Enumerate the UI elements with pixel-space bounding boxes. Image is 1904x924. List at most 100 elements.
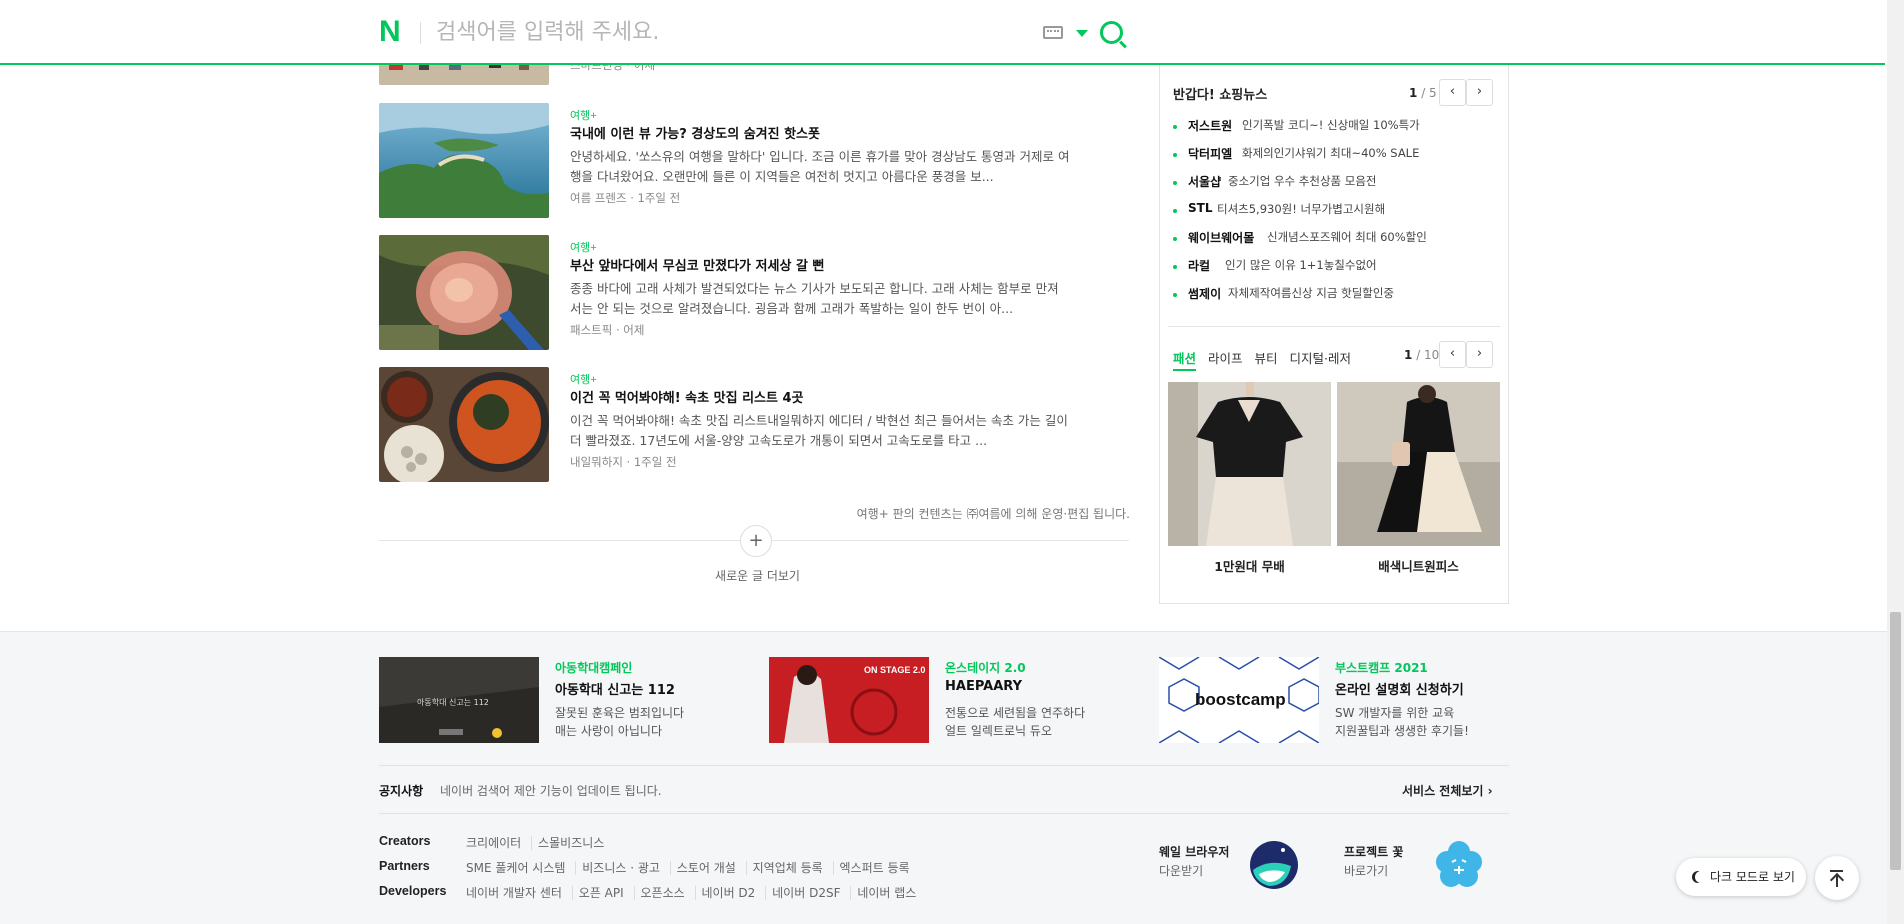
shopping-item[interactable]: STL 티셔츠5,930원! 너무가볍고시원해: [1173, 201, 1503, 229]
load-more-button[interactable]: +: [740, 525, 772, 557]
prev-button[interactable]: ‹: [1439, 341, 1466, 368]
scroll-thumb[interactable]: [1890, 612, 1901, 870]
app-name: 프로젝트 꽃: [1344, 845, 1404, 859]
footer-link[interactable]: SME 풀케어 시스템: [466, 861, 571, 875]
tab-fashion[interactable]: 패션: [1173, 351, 1197, 371]
divider: [1168, 326, 1500, 327]
flower-icon: [1434, 840, 1484, 890]
app-link[interactable]: 바로가기: [1344, 862, 1388, 879]
article-category[interactable]: 여행+: [570, 107, 597, 123]
promo-image[interactable]: ON STAGE 2.0: [769, 657, 929, 743]
link-row-heading: Developers: [379, 884, 447, 898]
promo-image[interactable]: boostcamp: [1159, 657, 1319, 743]
shopping-item[interactable]: 썸제이 자체제작여름신상 지금 핫딜할인중: [1173, 285, 1503, 313]
footer-link[interactable]: 네이버 D2: [694, 886, 762, 900]
footer-link[interactable]: 지역업체 등록: [745, 861, 829, 875]
scroll-to-top-button[interactable]: [1815, 856, 1859, 900]
promo-description: 잘못된 훈육은 범죄입니다 매는 사랑이 아닙니다: [555, 706, 685, 738]
product-image[interactable]: [1168, 382, 1331, 546]
chevron-right-icon: ›: [1487, 784, 1493, 798]
article-thumbnail[interactable]: [379, 367, 549, 482]
moon-icon: [1695, 871, 1707, 883]
article-thumbnail[interactable]: [379, 103, 549, 218]
naver-logo[interactable]: N: [379, 17, 405, 47]
promo-category[interactable]: 온스테이지 2.0: [945, 659, 1026, 676]
promo-item[interactable]: 아동학대 신고는 112 아동학대캠페인 아동학대 신고는 112 잘못된 훈육…: [379, 657, 759, 745]
article-title[interactable]: 국내에 이런 뷰 가능? 경상도의 숨겨진 핫스폿: [570, 123, 820, 142]
footer-link[interactable]: 오픈소스: [633, 886, 691, 900]
notice-text[interactable]: 네이버 검색어 제안 기능이 업데이트 됩니다.: [440, 782, 662, 799]
footer: 아동학대 신고는 112 아동학대캠페인 아동학대 신고는 112 잘못된 훈육…: [0, 631, 1887, 924]
next-button[interactable]: ›: [1466, 341, 1493, 368]
whale-browser-app[interactable]: 웨일 브라우저 다운받기: [1159, 840, 1319, 892]
notice-label[interactable]: 공지사항: [379, 782, 423, 799]
caret-down-icon[interactable]: [1076, 30, 1088, 37]
promo-item[interactable]: ON STAGE 2.0 온스테이지 2.0 HAEPAARY 전통으로 세련됨…: [769, 657, 1149, 745]
product-image[interactable]: [1337, 382, 1500, 546]
next-button[interactable]: ›: [1466, 79, 1493, 106]
category-tabs: 패션 라이프 뷰티 디지털·레저: [1173, 348, 1359, 371]
product-name[interactable]: 1만원대 무배: [1168, 556, 1331, 575]
product-name[interactable]: 배색니트원피스: [1337, 556, 1500, 575]
all-services-link[interactable]: 서비스 전체보기 ›: [1402, 782, 1493, 799]
promo-image[interactable]: 아동학대 신고는 112: [379, 657, 539, 743]
svg-text:boostcamp: boostcamp: [1195, 690, 1286, 709]
app-name: 웨일 브라우저: [1159, 845, 1230, 859]
app-link[interactable]: 다운받기: [1159, 862, 1203, 879]
promo-category[interactable]: 아동학대캠페인: [555, 659, 632, 676]
shopping-item[interactable]: 저스트원 인기폭발 코디~! 신상매일 10%특가: [1173, 117, 1503, 145]
footer-link[interactable]: 네이버 D2SF: [765, 886, 847, 900]
search-icon[interactable]: [1100, 21, 1123, 44]
article-thumbnail[interactable]: [379, 235, 549, 350]
footer-link[interactable]: 엑스퍼트 등록: [832, 861, 916, 875]
divider: [379, 765, 1509, 766]
dark-mode-button[interactable]: 다크 모드로 보기: [1676, 858, 1806, 896]
article-title[interactable]: 이건 꼭 먹어봐야해! 속초 맛집 리스트 4곳: [570, 387, 804, 406]
promo-title[interactable]: HAEPAARY: [945, 679, 1022, 694]
article-category[interactable]: 여행+: [570, 371, 597, 387]
tab-life[interactable]: 라이프: [1208, 351, 1243, 366]
search-input[interactable]: [436, 14, 996, 50]
shopping-list: 저스트원 인기폭발 코디~! 신상매일 10%특가 닥터피엘 화제의인기샤워기 최대…: [1173, 117, 1503, 313]
promo-category[interactable]: 부스트캠프 2021: [1335, 659, 1428, 676]
load-more-label[interactable]: 새로운 글 더보기: [700, 567, 815, 584]
article-item[interactable]: 여행+ 부산 앞바다에서 무심코 만졌다가 저세상 갈 뻔 종종 바다에 고래 …: [379, 235, 1129, 350]
scrollbar[interactable]: [1887, 0, 1904, 924]
footer-link[interactable]: 크리에이터: [466, 836, 527, 850]
article-description[interactable]: 종종 바다에 고래 사체가 발견되었다는 뉴스 기사가 보도되곤 합니다. 고래…: [570, 279, 1070, 319]
footer-link[interactable]: 오픈 API: [571, 886, 630, 900]
search-header: N: [0, 0, 1885, 65]
shopping-item[interactable]: 닥터피엘 화제의인기샤워기 최대~40% SALE: [1173, 145, 1503, 173]
promo-description: 전통으로 세련됨을 연주하다 얼트 일렉트로닉 듀오: [945, 706, 1086, 738]
tab-digital-leisure[interactable]: 디지털·레저: [1290, 351, 1351, 366]
promo-item[interactable]: boostcamp 부스트캠프 2021 온라인 설명회 신청하기 SW 개발자…: [1159, 657, 1539, 745]
article-meta: 패스트픽 · 어제: [570, 323, 645, 337]
svg-text:아동학대 신고는 112: 아동학대 신고는 112: [417, 697, 489, 707]
footer-link[interactable]: 네이버 개발자 센터: [466, 886, 568, 900]
article-title[interactable]: 부산 앞바다에서 무심코 만졌다가 저세상 갈 뻔: [570, 255, 824, 274]
promo-title[interactable]: 온라인 설명회 신청하기: [1335, 679, 1464, 698]
article-description[interactable]: 이건 꼭 먹어봐야해! 속초 맛집 리스트내일뭐하지 에디터 / 박현선 최근 …: [570, 411, 1070, 451]
project-flower-app[interactable]: 프로젝트 꽃 바로가기: [1344, 840, 1504, 892]
footer-link[interactable]: 네이버 랩스: [850, 886, 923, 900]
footer-link[interactable]: 비즈니스 · 광고: [575, 861, 666, 875]
svg-text:ON STAGE 2.0: ON STAGE 2.0: [864, 665, 925, 675]
article-item[interactable]: 여행+ 국내에 이런 뷰 가능? 경상도의 숨겨진 핫스폿 안녕하세요. '쏘스…: [379, 103, 1129, 218]
footer-link[interactable]: 스토어 개설: [669, 861, 742, 875]
prev-button[interactable]: ‹: [1439, 79, 1466, 106]
promo-title[interactable]: 아동학대 신고는 112: [555, 679, 675, 698]
article-description[interactable]: 안녕하세요. '쏘스유의 여행을 말하다' 입니다. 조금 이른 휴가를 맞아 …: [570, 147, 1070, 187]
shopping-item[interactable]: 라컬 인기 많은 이유 1+1놓칠수없어: [1173, 257, 1503, 285]
article-meta: 여름 프렌즈 · 1주일 전: [570, 191, 681, 205]
article-category[interactable]: 여행+: [570, 239, 597, 255]
divider: [420, 22, 421, 44]
link-row-heading: Partners: [379, 859, 430, 873]
shopping-item[interactable]: 웨이브웨어몰 신개념스포즈웨어 최대 60%할인: [1173, 229, 1503, 257]
arrow-up-icon: [1836, 876, 1838, 887]
shopping-item[interactable]: 서울샵 중소기업 우수 추천상품 모음전: [1173, 173, 1503, 201]
footer-link[interactable]: 스몰비즈니스: [531, 836, 611, 850]
article-item[interactable]: 여행+ 이건 꼭 먹어봐야해! 속초 맛집 리스트 4곳 이건 꼭 먹어봐야해!…: [379, 367, 1129, 482]
keyboard-icon[interactable]: [1043, 26, 1063, 39]
tab-beauty[interactable]: 뷰티: [1255, 351, 1278, 366]
divider: [379, 813, 1509, 814]
